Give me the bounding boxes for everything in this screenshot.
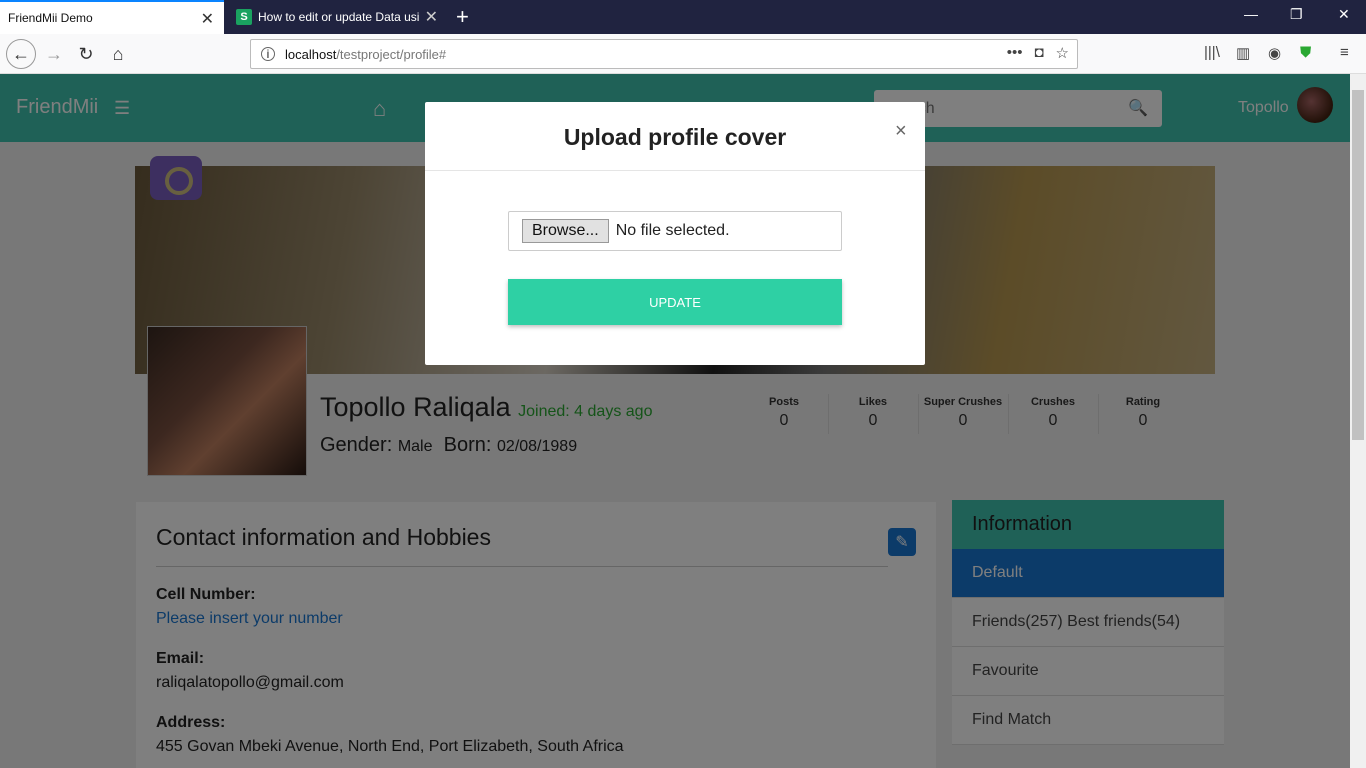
browse-button[interactable]: Browse... <box>522 219 609 243</box>
sheets-favicon-icon: S <box>236 9 252 25</box>
pocket-icon[interactable]: ◘ <box>1034 44 1043 62</box>
tab-title: How to edit or update Data usi <box>258 10 420 24</box>
modal-close-icon[interactable]: × <box>895 120 907 143</box>
forward-icon[interactable]: → <box>42 42 66 66</box>
modal-title: Upload profile cover <box>563 124 787 150</box>
upload-cover-modal: Upload profile cover × Browse... No file… <box>425 102 925 365</box>
scrollbar-thumb[interactable] <box>1352 90 1364 440</box>
update-button[interactable]: UPDATE <box>508 279 842 325</box>
back-icon[interactable]: ← <box>6 39 36 69</box>
close-tab-icon[interactable]: ✕ <box>201 9 214 29</box>
minimize-icon[interactable]: — <box>1244 6 1258 22</box>
tab-how-to-edit[interactable]: S How to edit or update Data usi ✕ <box>226 0 448 34</box>
modal-divider <box>425 170 925 171</box>
library-icon[interactable]: |||\ <box>1204 44 1220 61</box>
close-tab-icon[interactable]: ✕ <box>425 7 438 27</box>
file-input[interactable]: Browse... No file selected. <box>508 211 842 251</box>
new-tab-icon[interactable]: + <box>456 4 469 30</box>
reload-icon[interactable]: ↻ <box>74 42 98 66</box>
account-icon[interactable]: ◉ <box>1268 44 1281 62</box>
restore-icon[interactable]: ❐ <box>1290 6 1303 23</box>
shield-icon[interactable]: ⛊ <box>1300 44 1311 61</box>
bookmark-star-icon[interactable]: ☆ <box>1056 44 1069 62</box>
url-path: /testproject/profile# <box>336 46 447 62</box>
sidebar-icon[interactable]: ▥ <box>1236 44 1250 62</box>
site-info-icon[interactable]: i <box>261 47 275 61</box>
tab-friendmii-demo[interactable]: FriendMii Demo ✕ <box>0 0 224 34</box>
window-close-icon[interactable]: ✕ <box>1338 6 1350 23</box>
url-host: localhost <box>285 46 337 62</box>
browser-tab-bar: FriendMii Demo ✕ S How to edit or update… <box>0 0 1366 34</box>
browser-nav-bar: ← → ↻ ⌂ i localhost/testproject/profile#… <box>0 34 1366 74</box>
menu-icon[interactable]: ≡ <box>1340 44 1349 61</box>
url-bar[interactable]: i localhost/testproject/profile# ••• ◘ ☆ <box>250 39 1078 69</box>
tab-title: FriendMii Demo <box>8 11 93 25</box>
page-actions-icon[interactable]: ••• <box>1007 44 1023 62</box>
home-icon[interactable]: ⌂ <box>106 42 130 66</box>
file-status: No file selected. <box>615 222 730 239</box>
